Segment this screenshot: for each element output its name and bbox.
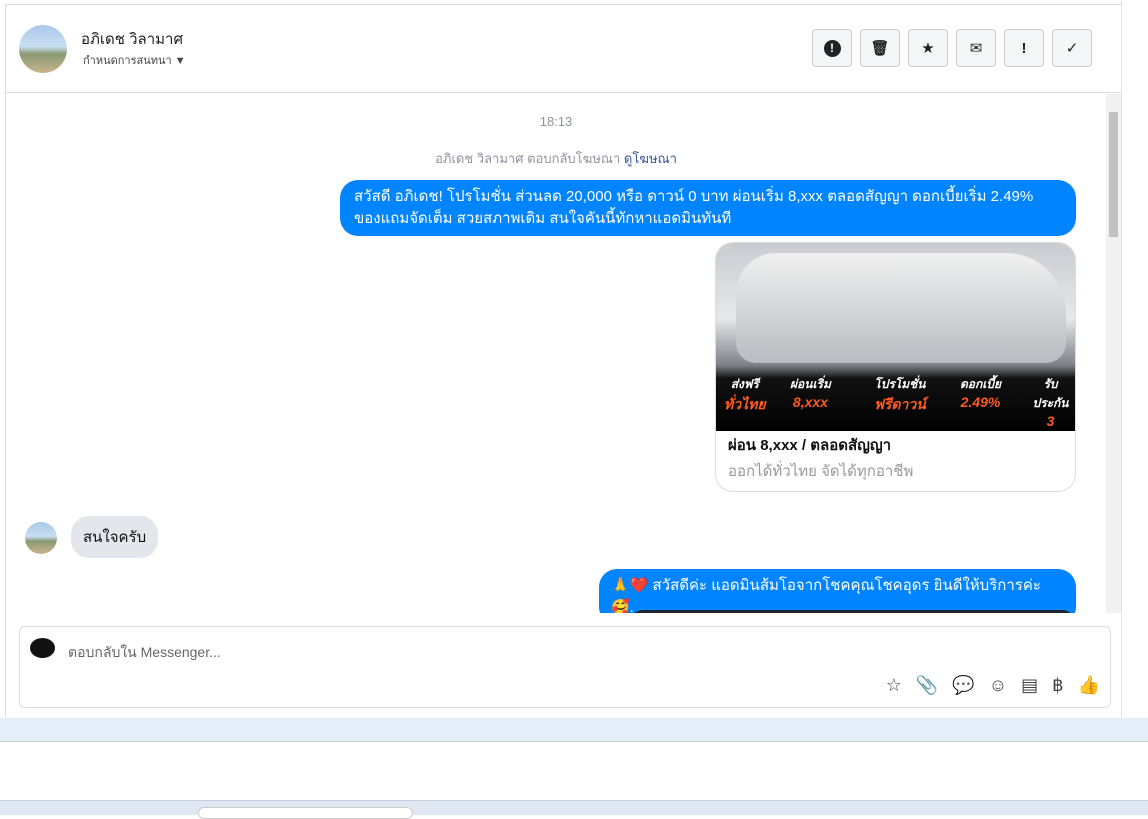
message-scrollbar[interactable] [1106, 94, 1121, 613]
car-shape [736, 253, 1066, 363]
taskbar-search[interactable] [198, 807, 413, 819]
promo-item: ส่งฟรี ทั่วไทย [724, 377, 766, 412]
contact-name: อภิเดช วิลามาศ [81, 31, 183, 48]
notes-icon[interactable]: ▤ [1021, 675, 1038, 696]
promo-item: ดอกเบี้ย 2.49% [960, 377, 1002, 410]
view-ad-link[interactable]: ดูโฆษณา [624, 151, 677, 166]
attachment-icon[interactable]: 📎 [916, 675, 938, 696]
trash-icon[interactable]: 🗑 [860, 29, 900, 67]
alert-circle-icon[interactable]: ! [812, 29, 852, 67]
composer-actions: ☆ 📎 💬 ☺ ▤ ฿ 👍 [886, 675, 1100, 696]
reply-input[interactable]: ตอบกลับใน Messenger... [68, 642, 221, 664]
avatar [19, 25, 67, 73]
saved-reply-icon[interactable]: ☆ [886, 675, 902, 696]
incoming-message: สนใจครับ [71, 516, 159, 558]
toolbar: ! 🗑 ★ ✉ ! ✓ [812, 29, 1092, 67]
baht-icon[interactable]: ฿ [1052, 675, 1063, 696]
partial-image [629, 610, 1076, 613]
check-icon[interactable]: ✓ [1052, 29, 1092, 67]
ad-reply-notice: อภิเดช วิลามาศ ตอบกลับโฆษณา ดูโฆษณา [6, 148, 1106, 169]
tool-glyph: ! [823, 39, 841, 57]
exclamation-icon[interactable]: ! [1004, 29, 1044, 67]
contact-avatar-small [25, 522, 57, 554]
envelope-icon[interactable]: ✉ [956, 29, 996, 67]
star-icon[interactable]: ★ [908, 29, 948, 67]
promo-item: โปรโมชั่น ฟรีดาวน์ [874, 377, 926, 412]
car-image: ส่งฟรี ทั่วไทย ผ่อนเริ่ม 8,xxx โปรโมชั่น ฟร… [716, 243, 1075, 431]
caret-down-icon: ▼ [174, 55, 186, 67]
conversation-settings-dropdown[interactable]: กำหนดการสนทนา ▼ [83, 51, 186, 69]
ad-reply-text: อภิเดช วิลามาศ ตอบกลับโฆษณา [435, 151, 621, 166]
outgoing-message: สวัสดี อภิเดช! โปรโมชั่น ส่วนลด 20,000 ห… [340, 180, 1076, 236]
thumbs-up-icon[interactable]: 👍 [1078, 675, 1100, 696]
side-panel-edge [1121, 0, 1148, 742]
page-avatar [30, 638, 55, 658]
promo-item: ผ่อนเริ่ม 8,xxx [790, 377, 831, 410]
conversation-panel: อภิเดช วิลามาศ กำหนดการสนทนา ▼ ! 🗑 ★ ✉ !… [5, 4, 1122, 718]
chat-dots-icon[interactable]: 💬 [952, 675, 974, 696]
card-subtitle: ออกได้ทั่วไทย จัดได้ทุกอาชีพ [728, 463, 914, 480]
taskbar [0, 800, 1148, 815]
dropdown-label: กำหนดการสนทนา [83, 55, 172, 67]
reply-composer: ตอบกลับใน Messenger... ☆ 📎 💬 ☺ ▤ ฿ 👍 [19, 626, 1111, 708]
timestamp: 18:13 [539, 114, 573, 129]
ad-card[interactable]: ส่งฟรี ทั่วไทย ผ่อนเริ่ม 8,xxx โปรโมชั่น ฟร… [715, 242, 1076, 492]
emoji-icon[interactable]: ☺ [989, 675, 1007, 696]
card-title: ผ่อน 8,xxx / ตลอดสัญญา [728, 437, 892, 454]
promo-item: รับประกัน 3 [1032, 377, 1069, 429]
page-background [0, 718, 1148, 742]
scroll-thumb[interactable] [1109, 112, 1118, 237]
message-list: 18:13 อภิเดช วิลามาศ ตอบกลับโฆษณา ดูโฆษณ… [6, 94, 1106, 613]
conversation-header: อภิเดช วิลามาศ กำหนดการสนทนา ▼ ! 🗑 ★ ✉ !… [6, 5, 1122, 93]
outgoing-message: 🙏❤️ สวัสดีค่ะ แอดมินส้มโอจากโชคคุณโชคอุด… [599, 569, 1076, 613]
